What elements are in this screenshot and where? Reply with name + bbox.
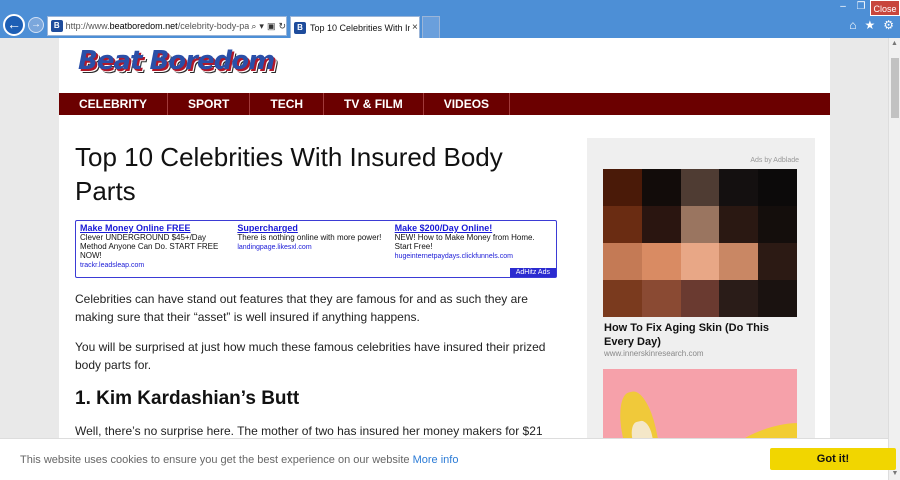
ad-description: NEW! How to Make Money from Home. Start … bbox=[394, 233, 535, 251]
site-favicon: B bbox=[51, 20, 63, 32]
dropdown-icon[interactable]: ▾ bbox=[259, 21, 264, 32]
scroll-up-icon[interactable]: ▲ bbox=[889, 38, 900, 50]
ad-url[interactable]: hugeinternetpaydays.clickfunnels.com bbox=[395, 253, 546, 260]
forward-icon[interactable]: → bbox=[28, 17, 44, 33]
vertical-scrollbar[interactable]: ▲ ▼ bbox=[888, 38, 900, 480]
ad-image-pixelated[interactable] bbox=[603, 169, 797, 317]
nav-item-celebrity[interactable]: CELEBRITY bbox=[59, 93, 169, 115]
mosaic-tile bbox=[680, 243, 720, 280]
back-icon[interactable]: ← bbox=[3, 14, 25, 36]
mosaic-tile bbox=[758, 206, 797, 243]
window-controls: – ❐ Close bbox=[834, 0, 900, 16]
refresh-icon[interactable]: ↻ bbox=[278, 21, 286, 32]
mosaic-tile bbox=[758, 243, 797, 280]
close-icon[interactable]: × bbox=[412, 22, 418, 33]
tab-favicon: B bbox=[294, 21, 306, 34]
text-ad[interactable]: Make Money Online FREE Clever UNDERGROUN… bbox=[80, 223, 237, 275]
main-nav: CELEBRITY SPORT TECH TV & FILM VIDEOS bbox=[59, 93, 830, 115]
mosaic-tile bbox=[758, 280, 797, 317]
browser-tab-active[interactable]: B Top 10 Celebrities With Ins... × bbox=[290, 16, 420, 38]
ads-by-label[interactable]: Ads by Adblade bbox=[750, 157, 799, 164]
mosaic-tile bbox=[603, 169, 642, 206]
section-heading: 1. Kim Kardashian’s Butt bbox=[75, 388, 300, 409]
ad-headline[interactable]: Make Money Online FREE bbox=[80, 223, 231, 233]
article: Top 10 Celebrities With Insured Body Par… bbox=[75, 140, 565, 440]
restore-icon[interactable]: ❐ bbox=[852, 0, 870, 16]
security-icon[interactable]: ▣ bbox=[267, 21, 276, 32]
star-icon[interactable]: ★ bbox=[864, 18, 875, 32]
mosaic-tile bbox=[641, 169, 681, 206]
ad-url[interactable]: trackr.leadsleap.com bbox=[80, 262, 231, 269]
mosaic-tile bbox=[719, 169, 759, 206]
nav-item-tv-film[interactable]: TV & FILM bbox=[324, 93, 424, 115]
cookie-banner: This website uses cookies to ensure you … bbox=[0, 438, 896, 480]
scroll-thumb[interactable] bbox=[891, 58, 899, 118]
url-prefix: http://www. bbox=[65, 21, 110, 31]
mosaic-tile bbox=[680, 206, 720, 243]
ad-url[interactable]: landingpage.likesxl.com bbox=[237, 244, 388, 251]
sidebar: Ads by Adblade How To Fix Aging Skin (Do… bbox=[587, 138, 815, 480]
mosaic-tile bbox=[680, 169, 720, 206]
gear-icon[interactable]: ⚙ bbox=[883, 18, 894, 32]
mosaic-tile bbox=[603, 280, 642, 317]
mosaic-tile bbox=[641, 280, 681, 317]
cookie-text: This website uses cookies to ensure you … bbox=[20, 454, 410, 466]
address-bar[interactable]: B http://www.beatboredom.net/celebrity-b… bbox=[47, 16, 287, 36]
site-logo[interactable]: Beat Boredom bbox=[78, 46, 275, 76]
url-domain: beatboredom.net bbox=[109, 21, 178, 31]
nav-item-tech[interactable]: TECH bbox=[250, 93, 325, 115]
article-paragraph: You will be surprised at just how much t… bbox=[75, 340, 546, 372]
page-title: Top 10 Celebrities With Insured Body Par… bbox=[75, 142, 503, 206]
ad-network-badge[interactable]: AdHitz Ads bbox=[509, 268, 556, 277]
sidebar-ad-domain[interactable]: www.innerskinresearch.com bbox=[604, 349, 704, 358]
toolbar-icons: ⌂ ★ ⚙ bbox=[849, 18, 894, 32]
window-close-button[interactable]: Close bbox=[870, 0, 900, 16]
mosaic-tile bbox=[719, 243, 759, 280]
more-info-link[interactable]: More info bbox=[413, 454, 459, 466]
mosaic-tile bbox=[641, 206, 681, 243]
site-container: Beat Boredom CELEBRITY SPORT TECH TV & F… bbox=[59, 38, 830, 480]
article-paragraph: Celebrities can have stand out features … bbox=[75, 292, 528, 324]
mosaic-tile bbox=[758, 169, 797, 206]
tab-title: Top 10 Celebrities With Ins... bbox=[310, 22, 410, 33]
page-viewport: Beat Boredom CELEBRITY SPORT TECH TV & F… bbox=[0, 38, 888, 480]
mosaic-tile bbox=[603, 206, 642, 243]
text-ad-box: Make Money Online FREE Clever UNDERGROUN… bbox=[75, 220, 557, 278]
ad-headline[interactable]: Make $200/Day Online! bbox=[395, 223, 546, 233]
mosaic-tile bbox=[603, 243, 642, 280]
minimize-icon[interactable]: – bbox=[834, 0, 852, 16]
mosaic-tile bbox=[641, 243, 681, 280]
cookie-message: This website uses cookies to ensure you … bbox=[20, 454, 458, 466]
ad-description: There is nothing online with more power! bbox=[237, 233, 382, 242]
url-path: /celebrity-body-part- bbox=[177, 21, 250, 31]
mosaic-tile bbox=[719, 206, 759, 243]
mosaic-tile bbox=[680, 280, 720, 317]
nav-item-sport[interactable]: SPORT bbox=[168, 93, 251, 115]
ad-headline[interactable]: Supercharged bbox=[237, 223, 388, 233]
cookie-accept-button[interactable]: Got it! bbox=[770, 448, 896, 470]
text-ad[interactable]: Supercharged There is nothing online wit… bbox=[237, 223, 394, 275]
mosaic-tile bbox=[719, 280, 759, 317]
search-icon[interactable]: ⌕ bbox=[251, 21, 256, 32]
home-icon[interactable]: ⌂ bbox=[849, 18, 856, 32]
sidebar-ad-headline[interactable]: How To Fix Aging Skin (Do This Every Day… bbox=[604, 321, 794, 349]
nav-item-videos[interactable]: VIDEOS bbox=[424, 93, 511, 115]
new-tab-button[interactable] bbox=[422, 16, 440, 38]
browser-toolbar: – ❐ Close ← → B http://www.beatboredom.n… bbox=[0, 0, 900, 38]
url-text[interactable]: http://www.beatboredom.net/celebrity-bod… bbox=[66, 21, 250, 31]
ad-description: Clever UNDERGROUND $45+/Day Method Anyon… bbox=[80, 233, 219, 260]
